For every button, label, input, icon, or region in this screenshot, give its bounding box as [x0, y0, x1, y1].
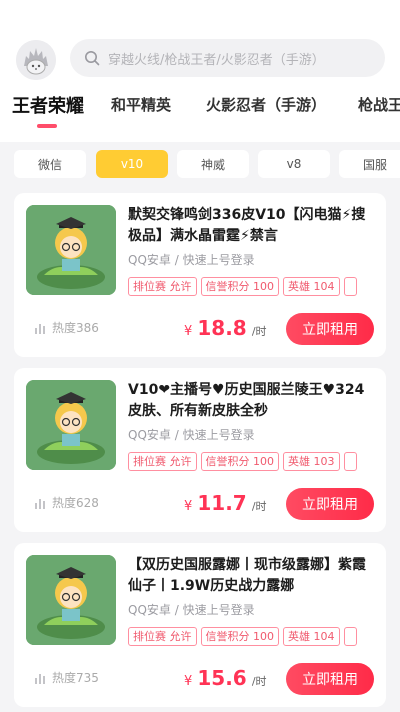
tag-row: 排位赛 允许 信誉积分 100 英雄 104	[128, 625, 361, 646]
tag-heroes: 英雄 104	[283, 627, 340, 646]
tab-honor-of-kings[interactable]: 王者荣耀	[12, 94, 84, 118]
bar-chart-icon	[35, 323, 45, 334]
active-tab-indicator	[37, 124, 57, 128]
top-bar: 穿越火线/枪战王者/火影忍者（手游） 王者荣耀 和平精英 火影忍者（手游） 枪战…	[0, 0, 400, 142]
price-value: 11.7	[197, 491, 247, 515]
login-method: QQ安卓 / 快速上号登录	[128, 603, 255, 617]
heat-value: 热度628	[52, 496, 99, 510]
price-currency: ¥	[184, 499, 193, 514]
chip-shenwei[interactable]: 神威	[177, 150, 249, 178]
price-unit: /时	[251, 325, 267, 338]
tag-heroes: 英雄 103	[283, 452, 340, 471]
tab-gun-king[interactable]: 枪战王者	[358, 94, 400, 115]
bar-chart-icon	[35, 498, 45, 509]
price-value: 15.6	[197, 666, 247, 690]
listing-card[interactable]: 默契交锋鸣剑336皮V10【闪电猫⚡搜极品】满水晶雷霆⚡禁言 QQ安卓 / 快速…	[14, 193, 386, 357]
rent-now-button[interactable]: 立即租用	[286, 663, 374, 695]
chip-national-server[interactable]: 国服	[339, 150, 400, 178]
heat-value: 热度386	[52, 321, 99, 335]
avatar[interactable]	[16, 40, 56, 80]
heat-value: 热度735	[52, 671, 99, 685]
bar-chart-icon	[35, 673, 45, 684]
chip-v8[interactable]: v8	[258, 150, 330, 178]
login-method: QQ安卓 / 快速上号登录	[128, 253, 255, 267]
tag-ranked: 排位赛 允许	[128, 627, 197, 646]
listing-title: 【双历史国服露娜丨现市级露娜】紫霞仙子丨1.9W历史战力露娜	[128, 557, 366, 594]
game-tabs: 王者荣耀 和平精英 火影忍者（手游） 枪战王者	[0, 94, 400, 128]
search-icon	[85, 51, 100, 66]
account-thumbnail	[26, 380, 116, 470]
heat-indicator: 热度628	[34, 494, 99, 511]
tag-credit: 信誉积分 100	[200, 627, 279, 646]
tag-heroes: 英雄 104	[283, 277, 340, 296]
chip-wechat[interactable]: 微信	[14, 150, 86, 178]
chip-v10[interactable]: v10	[96, 150, 168, 178]
heat-indicator: 热度386	[34, 319, 99, 336]
character-avatar-icon	[26, 380, 116, 470]
tag-credit: 信誉积分 100	[200, 452, 279, 471]
price: ¥ 11.7 /时	[184, 491, 267, 515]
character-avatar-icon	[26, 555, 116, 645]
listing-title: 默契交锋鸣剑336皮V10【闪电猫⚡搜极品】满水晶雷霆⚡禁言	[128, 207, 366, 244]
tag-credit: 信誉积分 100	[200, 277, 279, 296]
listing-title: V10❤主播号♥历史国服兰陵王♥324皮肤、所有新皮肤全秒	[128, 382, 365, 419]
rent-now-button[interactable]: 立即租用	[286, 488, 374, 520]
rent-now-button[interactable]: 立即租用	[286, 313, 374, 345]
character-avatar-icon	[26, 205, 116, 295]
price-unit: /时	[251, 500, 267, 513]
listing-card[interactable]: 【双历史国服露娜丨现市级露娜】紫霞仙子丨1.9W历史战力露娜 QQ安卓 / 快速…	[14, 543, 386, 707]
heat-indicator: 热度735	[34, 669, 99, 686]
tag-row: 排位赛 允许 信誉积分 100 英雄 103	[128, 450, 361, 471]
listing-card[interactable]: V10❤主播号♥历史国服兰陵王♥324皮肤、所有新皮肤全秒 QQ安卓 / 快速上…	[14, 368, 386, 532]
price: ¥ 18.8 /时	[184, 316, 267, 340]
tab-naruto-mobile[interactable]: 火影忍者（手游）	[206, 94, 326, 115]
search-input[interactable]: 穿越火线/枪战王者/火影忍者（手游）	[70, 39, 385, 77]
tag-row: 排位赛 允许 信誉积分 100 英雄 104	[128, 275, 361, 296]
hedgehog-avatar-icon	[16, 40, 56, 80]
tag-ranked: 排位赛 允许	[128, 277, 197, 296]
account-thumbnail	[26, 555, 116, 645]
tag-more	[343, 452, 357, 471]
tab-peacekeeper-elite[interactable]: 和平精英	[111, 94, 171, 115]
price-currency: ¥	[184, 324, 193, 339]
price: ¥ 15.6 /时	[184, 666, 267, 690]
price-currency: ¥	[184, 674, 193, 689]
search-placeholder: 穿越火线/枪战王者/火影忍者（手游）	[108, 52, 325, 68]
filter-chips: 微信 v10 神威 v8 国服	[0, 150, 400, 180]
tag-more	[343, 627, 357, 646]
login-method: QQ安卓 / 快速上号登录	[128, 428, 255, 442]
tag-ranked: 排位赛 允许	[128, 452, 197, 471]
price-unit: /时	[251, 675, 267, 688]
tag-more	[343, 277, 357, 296]
price-value: 18.8	[197, 316, 247, 340]
account-thumbnail	[26, 205, 116, 295]
